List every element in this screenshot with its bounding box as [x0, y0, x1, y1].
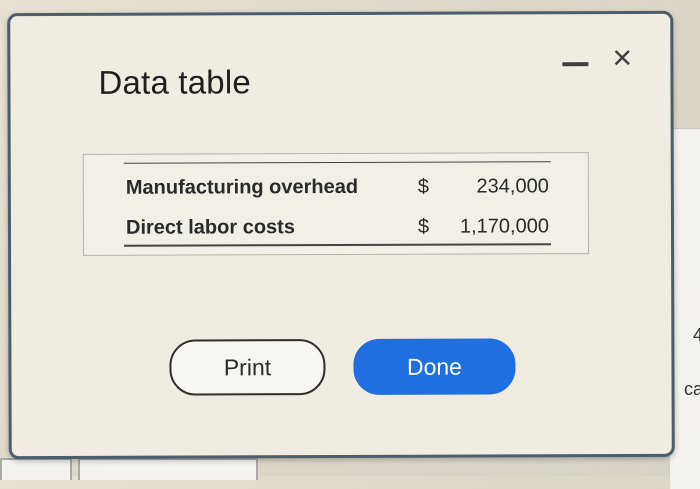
row-amount: 1,170,000 [459, 215, 550, 238]
background-tab-1 [0, 458, 72, 480]
background-text-2: cat [683, 379, 700, 399]
table-top-rule [123, 161, 551, 164]
data-table: Manufacturing overhead $ 234,000 Direct … [82, 152, 590, 256]
row-currency: $ [417, 215, 430, 238]
minimize-icon[interactable] [562, 62, 589, 67]
table-row: Manufacturing overhead $ 234,000 [126, 175, 551, 204]
done-button[interactable]: Done [353, 338, 516, 395]
table-row: Direct labor costs $ 1,170,000 [126, 215, 551, 244]
row-label: Direct labor costs [125, 216, 295, 239]
row-currency: $ [417, 175, 429, 198]
row-amount: 234,000 [476, 175, 549, 198]
table-bottom-rule [124, 243, 552, 247]
data-table-dialog: Data table × Manufacturing overhead $ 23… [7, 10, 675, 460]
print-button[interactable]: Print [169, 339, 326, 396]
dialog-title: Data table [98, 63, 251, 101]
close-icon[interactable]: × [612, 39, 632, 77]
background-text-1: 4. [692, 325, 700, 345]
row-label: Manufacturing overhead [125, 175, 359, 199]
background-tab-2 [78, 458, 258, 480]
